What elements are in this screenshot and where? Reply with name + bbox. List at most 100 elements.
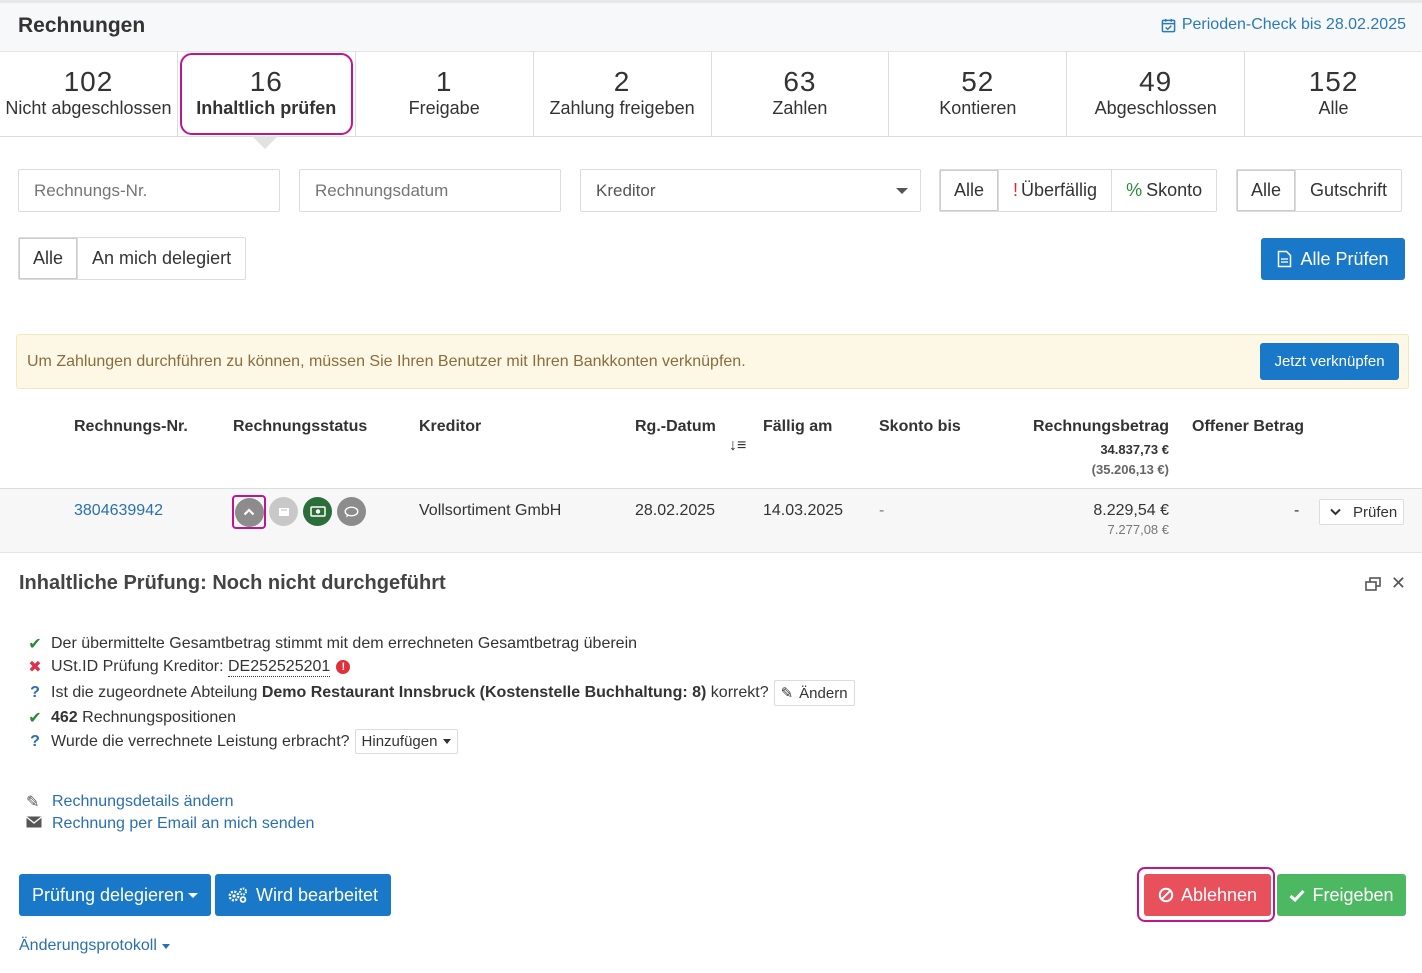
filter-discount-label: Skonto — [1146, 180, 1203, 200]
change-department-button[interactable]: ✎ Ändern — [773, 680, 855, 706]
column-creditor[interactable]: Kreditor — [419, 418, 481, 436]
cross-icon: ✖ — [28, 659, 42, 676]
delegated-to-me-label: An mich delegiert — [92, 248, 232, 268]
link-now-button[interactable]: Jetzt verknüpfen — [1260, 343, 1399, 380]
ban-icon — [1158, 887, 1174, 903]
money-icon[interactable] — [303, 497, 332, 526]
tab-all[interactable]: 152 Alle — [1245, 52, 1422, 136]
period-check-label: Perioden-Check bis 28.02.2025 — [1181, 16, 1406, 33]
tab-label: Freigabe — [408, 98, 480, 118]
delegate-check-button[interactable]: Prüfung delegieren — [19, 874, 211, 916]
document-icon — [1278, 250, 1292, 268]
column-due[interactable]: Fällig am — [763, 418, 832, 436]
close-icon[interactable]: ✕ — [1391, 573, 1406, 594]
row-amount-sub: 7.277,08 € — [1107, 522, 1169, 537]
tab-count: 152 — [1308, 66, 1359, 97]
tab-label: Alle — [1318, 98, 1349, 118]
collapse-up-icon[interactable] — [234, 497, 264, 527]
exclamation-icon: ! — [1013, 180, 1019, 200]
sort-desc-icon[interactable]: ↓≡ — [729, 437, 746, 455]
changelog-link[interactable]: Änderungsprotokoll — [19, 937, 170, 955]
column-status[interactable]: Rechnungsstatus — [233, 418, 367, 436]
check-all-button[interactable]: Alle Prüfen — [1261, 238, 1405, 280]
tab-approval[interactable]: 1 Freigabe — [356, 52, 534, 136]
tab-release-payment[interactable]: 2 Zahlung freigeben — [534, 52, 712, 136]
department-post: korrekt? — [710, 684, 769, 701]
column-discount[interactable]: Skonto bis — [879, 418, 961, 436]
invoice-number-input[interactable] — [18, 169, 280, 212]
percent-icon: % — [1126, 180, 1143, 200]
edit-details-label: Rechnungsdetails ändern — [52, 793, 234, 810]
type-all-button[interactable]: Alle — [1237, 170, 1297, 211]
email-label: Rechnung per Email an mich senden — [52, 815, 315, 832]
delegated-to-me-button[interactable]: An mich delegiert — [78, 238, 245, 279]
reject-button[interactable]: Ablehnen — [1144, 874, 1271, 916]
check-icon: ✔ — [28, 710, 42, 727]
email-invoice-link[interactable]: Rechnung per Email an mich senden — [26, 815, 314, 833]
table-row[interactable] — [0, 488, 1422, 553]
reject-label: Ablehnen — [1180, 884, 1258, 905]
book-icon[interactable] — [269, 497, 298, 526]
tab-account[interactable]: 52 Kontieren — [889, 52, 1068, 136]
row-amount: 8.229,54 € 7.277,08 € — [1093, 502, 1169, 537]
calendar-check-icon — [1161, 18, 1176, 32]
row-open-amount: - — [1294, 502, 1300, 519]
chevron-down-icon — [896, 188, 908, 194]
page-title: Rechnungen — [18, 14, 146, 37]
positions-label: Rechnungspositionen — [82, 709, 237, 726]
column-date[interactable]: Rg.-Datum — [635, 418, 716, 436]
tab-closed[interactable]: 49 Abgeschlossen — [1067, 52, 1246, 136]
highlight-frame — [179, 53, 353, 135]
filter-all-button[interactable]: Alle — [940, 170, 1000, 211]
tab-label: Abgeschlossen — [1094, 98, 1217, 118]
department-name: Demo Restaurant Innsbruck (Kostenstelle … — [261, 684, 707, 701]
detail-title: Inhaltliche Prüfung: Noch nicht durchgef… — [19, 572, 446, 594]
vat-id-value[interactable]: DE252525201 — [227, 658, 331, 677]
filter-overdue-button[interactable]: ! Überfällig — [999, 170, 1113, 211]
question-icon: ? — [30, 684, 40, 701]
status-tabs: 102 Nicht abgeschlossen 16 Inhaltlich prüf… — [0, 52, 1422, 149]
creditor-select[interactable]: Kreditor — [580, 169, 921, 212]
check-service-rendered: ? Wurde die verrechnete Leistung erbrach… — [26, 729, 459, 754]
column-invoice-no[interactable]: Rechnungs-Nr. — [74, 418, 188, 436]
filter-discount-button[interactable]: % Skonto — [1112, 170, 1216, 211]
period-check-link[interactable]: Perioden-Check bis 28.02.2025 — [1161, 16, 1406, 34]
tab-not-closed[interactable]: 102 Nicht abgeschlossen — [0, 52, 178, 136]
popout-icon[interactable] — [1365, 577, 1381, 591]
invoice-number-link[interactable]: 3804639942 — [74, 502, 163, 520]
tab-count: 1 — [435, 66, 453, 97]
column-open-amount[interactable]: Offener Betrag — [1192, 418, 1304, 436]
highlight-frame — [232, 495, 266, 529]
amount-total-sub: (35.206,13 €) — [1091, 462, 1169, 477]
type-credit-note-button[interactable]: Gutschrift — [1296, 170, 1401, 211]
tab-count: 2 — [613, 66, 631, 97]
vat-check-label: USt.ID Prüfung Kreditor: — [51, 658, 224, 675]
comment-icon[interactable] — [337, 497, 366, 526]
delegation-all-button[interactable]: Alle — [19, 238, 79, 279]
error-icon: ! — [336, 660, 351, 674]
positions-count: 462 — [51, 709, 78, 726]
question-icon: ? — [30, 732, 40, 750]
bank-link-notice: Um Zahlungen durchführen zu können, müss… — [16, 334, 1409, 389]
tab-label: Zahlung freigeben — [549, 98, 695, 118]
column-amount[interactable]: Rechnungsbetrag — [1033, 418, 1169, 436]
tab-content-check[interactable]: 16 Inhaltlich prüfen — [178, 52, 356, 149]
change-label: Ändern — [799, 684, 848, 702]
amount-total: 34.837,73 € (35.206,13 €) — [1092, 440, 1169, 480]
type-all-label: Alle — [1251, 180, 1282, 200]
approve-label: Freigeben — [1312, 884, 1394, 905]
changelog-label: Änderungsprotokoll — [19, 937, 157, 954]
link-now-label: Jetzt verknüpfen — [1274, 353, 1385, 370]
check-all-label: Alle Prüfen — [1300, 248, 1389, 269]
tab-pay[interactable]: 63 Zahlen — [712, 52, 890, 136]
tab-count: 102 — [63, 66, 114, 97]
add-button[interactable]: Hinzufügen — [354, 729, 459, 754]
approve-button[interactable]: Freigeben — [1277, 874, 1406, 916]
edit-invoice-details-link[interactable]: ✎ Rechnungsdetails ändern — [26, 792, 233, 812]
tab-count: 52 — [961, 66, 995, 97]
in-progress-button[interactable]: Wird bearbeitet — [215, 874, 391, 916]
tab-label: Zahlen — [772, 98, 828, 118]
invoice-date-input[interactable] — [299, 169, 561, 212]
check-vat-id: ✖ USt.ID Prüfung Kreditor: DE252525201 ! — [26, 657, 351, 677]
check-row-button[interactable]: Prüfen — [1319, 499, 1404, 525]
